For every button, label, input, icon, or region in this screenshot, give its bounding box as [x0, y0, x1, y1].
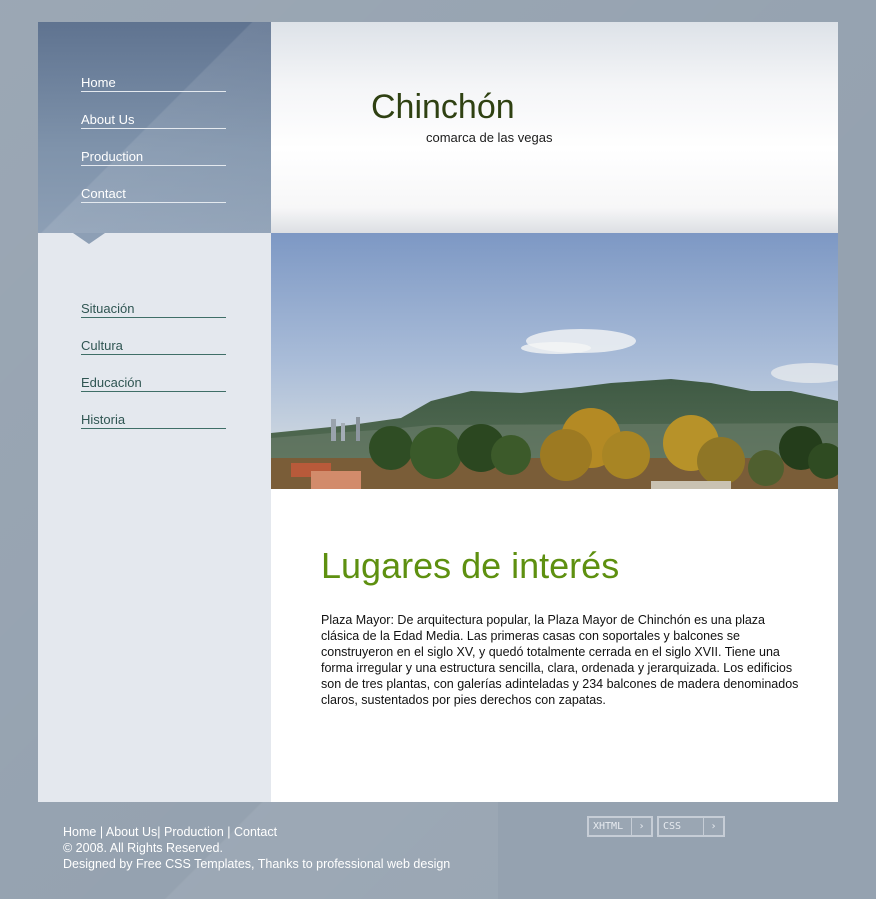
- nav-link-home[interactable]: Home: [81, 75, 226, 92]
- primary-nav-item: Contact: [81, 186, 226, 223]
- content-heading: Lugares de interés: [321, 545, 620, 586]
- footer-link-home[interactable]: Home: [63, 825, 96, 839]
- secondary-nav-item: Situación: [81, 301, 226, 338]
- footer-link-contact[interactable]: Contact: [234, 825, 277, 839]
- site-title: Chinchón: [371, 88, 515, 126]
- footer-links: Home | About Us| Production | Contact: [63, 824, 450, 840]
- nav-link-about-us[interactable]: About Us: [81, 112, 226, 129]
- secondary-nav: Situación Cultura Educación Historia: [81, 301, 226, 449]
- site-subtitle: comarca de las vegas: [426, 130, 553, 145]
- chevron-right-icon: ›: [631, 818, 651, 835]
- site-header: Chinchón comarca de las vegas: [271, 22, 838, 233]
- credits-text: Designed by Free CSS Templates, Thanks t…: [63, 857, 451, 871]
- footer-separator: |: [157, 825, 165, 839]
- nav-link-production[interactable]: Production: [81, 149, 226, 166]
- primary-nav-panel: Home About Us Production Contact: [38, 22, 271, 233]
- footer-link-production[interactable]: Production: [164, 825, 224, 839]
- primary-nav-item: Home: [81, 75, 226, 112]
- secondary-nav-item: Educación: [81, 375, 226, 412]
- footer-separator: |: [223, 825, 234, 839]
- footer-separator: |: [96, 825, 106, 839]
- header-photo: [271, 233, 838, 489]
- nav-link-educacion[interactable]: Educación: [81, 375, 226, 392]
- nav-pointer-arrow: [73, 233, 105, 244]
- copyright-text: © 2008. All Rights Reserved.: [63, 841, 223, 855]
- primary-nav-item: About Us: [81, 112, 226, 149]
- primary-nav-item: Production: [81, 149, 226, 186]
- nav-link-situacion[interactable]: Situación: [81, 301, 226, 318]
- css-validation-badge[interactable]: CSS ›: [657, 816, 725, 837]
- secondary-nav-panel: Situación Cultura Educación Historia: [38, 233, 271, 802]
- chevron-right-icon: ›: [703, 818, 723, 835]
- primary-nav: Home About Us Production Contact: [81, 75, 226, 223]
- footer-link-about-us[interactable]: About Us: [106, 825, 157, 839]
- secondary-nav-item: Cultura: [81, 338, 226, 375]
- footer: Home | About Us| Production | Contact © …: [63, 824, 450, 872]
- content-paragraph: Plaza Mayor: De arquitectura popular, la…: [321, 613, 799, 707]
- nav-link-contact[interactable]: Contact: [81, 186, 226, 203]
- nav-link-historia[interactable]: Historia: [81, 412, 226, 429]
- secondary-nav-item: Historia: [81, 412, 226, 449]
- main-content: Lugares de interés Plaza Mayor: De arqui…: [271, 489, 838, 802]
- nav-link-cultura[interactable]: Cultura: [81, 338, 226, 355]
- xhtml-validation-badge[interactable]: XHTML ›: [587, 816, 653, 837]
- landscape-image: [271, 233, 838, 489]
- css-badge-label: CSS: [663, 821, 682, 832]
- xhtml-badge-label: XHTML: [593, 821, 624, 832]
